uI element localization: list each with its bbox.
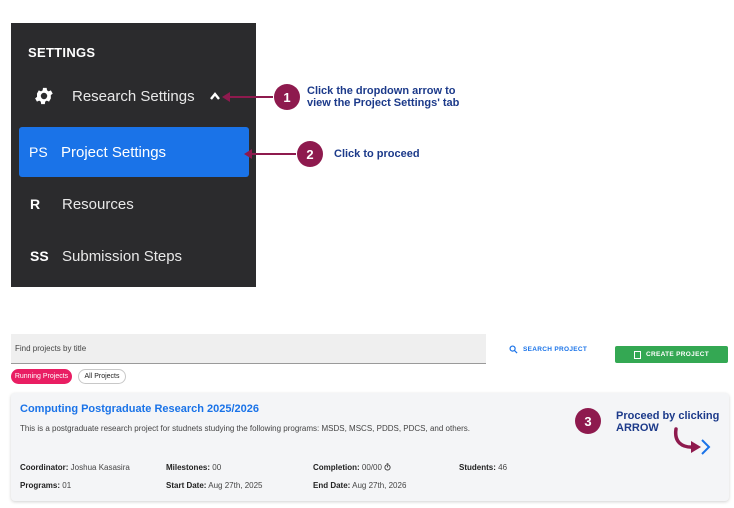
research-settings-label: Research Settings [72,87,195,105]
settings-sidebar: SETTINGS Research Settings PS Project Se… [11,23,256,287]
gear-icon [35,87,53,105]
document-icon [634,350,642,359]
create-project-button[interactable]: CREATE PROJECT [615,346,728,363]
submission-steps-abbr: SS [30,248,49,264]
callout-1-line [229,96,273,98]
start-date-field: Start Date: Aug 27th, 2025 [166,481,263,490]
project-settings-abbr: PS [29,144,48,160]
search-project-button[interactable]: SEARCH PROJECT [509,345,587,354]
callout-2-badge: 2 [297,141,323,167]
sidebar-item-project-settings[interactable]: PS Project Settings [19,127,249,177]
end-date-field: End Date: Aug 27th, 2026 [313,481,407,490]
submission-steps-label: Submission Steps [62,247,183,265]
callout-2-line [251,153,296,155]
timer-icon [384,463,391,471]
milestones-field: Milestones: 00 [166,463,222,472]
programs-field: Programs: 01 [20,481,72,490]
callout-1-line1: Click the dropdown arrow to [307,85,456,97]
sidebar-item-resources[interactable]: R Resources [30,193,134,215]
sidebar-item-research-settings[interactable]: Research Settings [33,85,221,107]
resources-abbr: R [30,196,41,212]
chevron-right-icon[interactable] [699,437,713,457]
project-title[interactable]: Computing Postgraduate Research 2025/202… [20,403,259,415]
callout-3-line1: Proceed by clicking [616,410,720,422]
callout-3-badge: 3 [575,408,601,434]
completion-field: Completion: 00/00 [313,463,391,472]
chevron-up-icon[interactable] [209,91,221,101]
callout-1-badge: 1 [274,84,300,110]
coordinator-field: Coordinator: Joshua Kasasira [20,463,130,472]
settings-heading: SETTINGS [28,45,96,60]
filter-running-projects[interactable]: Running Projects [11,369,72,384]
resources-label: Resources [62,195,134,213]
callout-2-text: Click to proceed [334,148,420,160]
search-input[interactable]: Find projects by title [11,334,486,364]
search-project-label: SEARCH PROJECT [523,346,588,353]
callout-1-line2: view the Project Settings' tab [307,97,460,109]
sidebar-item-submission-steps[interactable]: SS Submission Steps [30,245,182,267]
filter-all-projects[interactable]: All Projects [78,369,126,384]
search-icon [509,345,518,354]
project-settings-label: Project Settings [61,143,167,161]
create-project-label: CREATE PROJECT [646,351,709,358]
students-field: Students: 46 [459,463,508,472]
callout-1-text: Click the dropdown arrow to view the Pro… [307,85,459,109]
project-description: This is a postgraduate research project … [20,424,470,433]
